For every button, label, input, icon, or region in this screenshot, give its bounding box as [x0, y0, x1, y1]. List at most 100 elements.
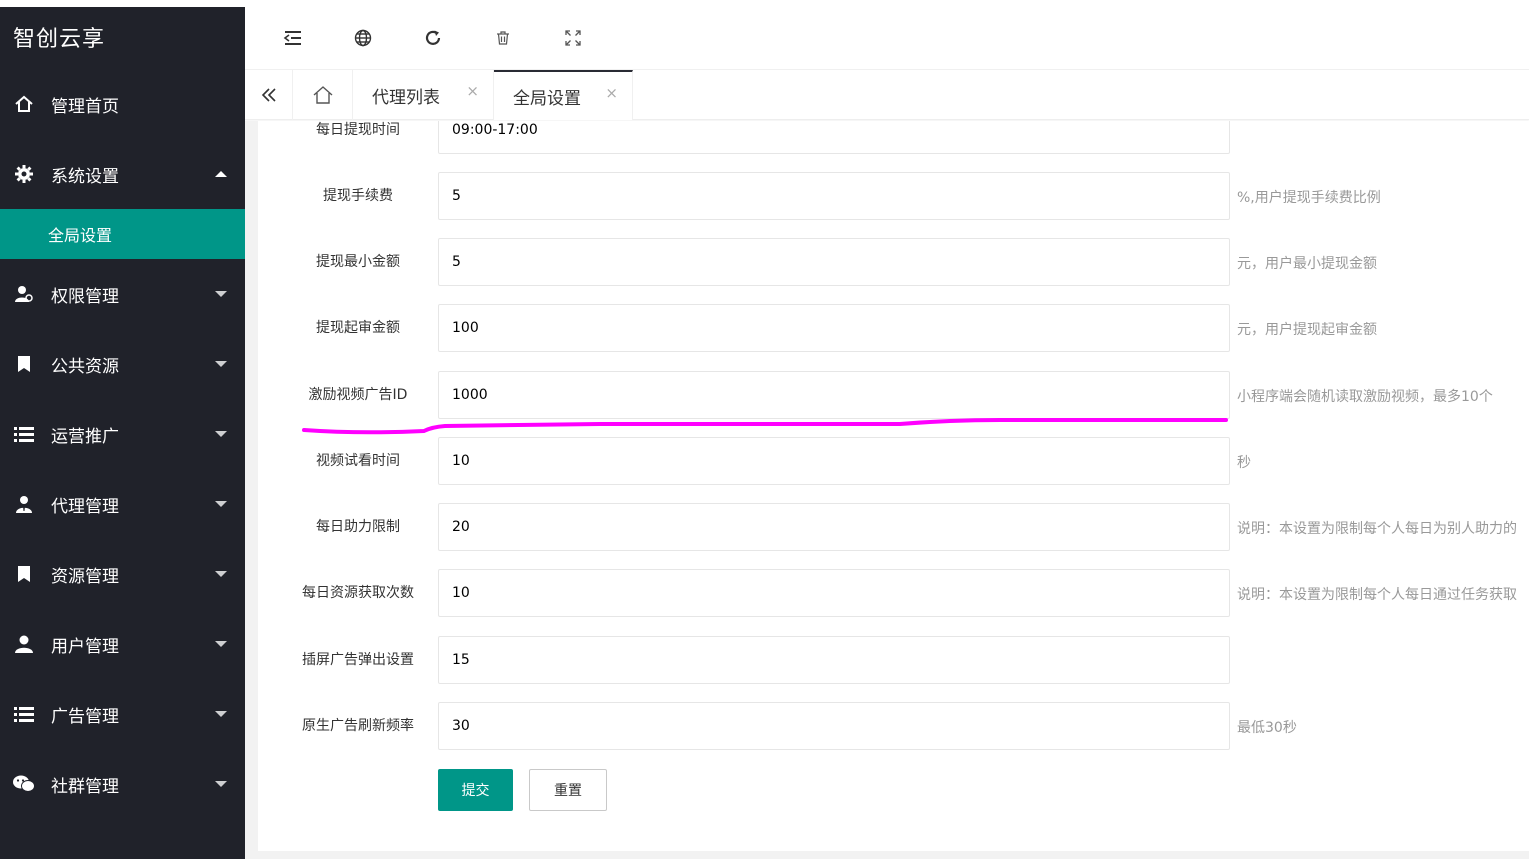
double-chevron-left-icon: [261, 88, 276, 102]
field-hint: 说明：本设置为限制每个人每日为别人助力的: [1237, 521, 1517, 537]
sidebar-item-label: 管理首页: [51, 96, 119, 117]
tabs-bar: 代理列表 × 全局设置 ×: [245, 70, 1529, 120]
form-row: 视频试看时间 10 秒: [258, 437, 1529, 485]
video-trial-time-input[interactable]: 10: [438, 437, 1230, 485]
sidebar-item-ads[interactable]: 广告管理: [0, 679, 245, 749]
form-row: 原生广告刷新频率 30 最低30秒: [258, 702, 1529, 750]
form-row: 每日助力限制 20 说明：本设置为限制每个人每日为别人助力的: [258, 503, 1529, 551]
collapse-menu-icon[interactable]: [280, 25, 306, 51]
reset-button[interactable]: 重置: [529, 769, 607, 811]
chevron-down-icon: [215, 361, 227, 367]
close-icon[interactable]: ×: [466, 82, 479, 100]
tab-agent-list[interactable]: 代理列表 ×: [353, 70, 494, 120]
field-label: 原生广告刷新频率: [302, 718, 414, 734]
sidebar-subitem-global-settings[interactable]: 全局设置: [0, 209, 245, 259]
sidebar-item-home[interactable]: 管理首页: [0, 69, 245, 139]
chevron-down-icon: [215, 711, 227, 717]
field-label: 视频试看时间: [316, 453, 400, 469]
field-label: 每日资源获取次数: [302, 585, 414, 601]
field-label: 提现起审金额: [316, 320, 400, 336]
field-label: 提现最小金额: [316, 254, 400, 270]
field-hint: %,用户提现手续费比例: [1237, 190, 1381, 206]
chevron-down-icon: [215, 501, 227, 507]
sidebar-item-label: 用户管理: [51, 636, 119, 657]
chevron-down-icon: [215, 431, 227, 437]
tab-global-settings[interactable]: 全局设置 ×: [494, 70, 633, 120]
form-row: 提现最小金额 5 元，用户最小提现金额: [258, 238, 1529, 286]
user-key-icon: [13, 283, 35, 305]
app-logo: 智创云享: [0, 7, 245, 69]
form-row: 插屏广告弹出设置 15: [258, 636, 1529, 684]
sidebar-item-label: 社群管理: [51, 776, 119, 797]
field-label: 提现手续费: [323, 188, 393, 204]
sidebar-item-system-settings[interactable]: 系统设置: [0, 139, 245, 209]
reward-video-ad-id-input[interactable]: 1000: [438, 371, 1230, 419]
sidebar-item-promotion[interactable]: 运营推广: [0, 399, 245, 469]
tabs-scroll-left-button[interactable]: [245, 70, 293, 120]
settings-form: 每日提现时间 09:00-17:00 提现手续费 5 %,用户提现手续费比例 提…: [258, 121, 1529, 851]
sidebar-item-label: 公共资源: [51, 356, 119, 377]
sidebar-item-public-resources[interactable]: 公共资源: [0, 329, 245, 399]
field-hint: 说明：本设置为限制每个人每日通过任务获取: [1237, 587, 1517, 603]
sidebar-item-label: 系统设置: [51, 166, 119, 187]
sidebar-item-community[interactable]: 社群管理: [0, 749, 245, 819]
user-icon: [13, 633, 35, 655]
withdraw-min-input[interactable]: 5: [438, 238, 1230, 286]
sidebar-item-label: 广告管理: [51, 706, 119, 727]
list-icon: [13, 703, 35, 725]
sidebar-item-label: 资源管理: [51, 566, 119, 587]
field-hint: 最低30秒: [1237, 720, 1297, 736]
bookmark-icon: [13, 563, 35, 585]
form-row: 提现手续费 5 %,用户提现手续费比例: [258, 172, 1529, 220]
form-row: 每日资源获取次数 10 说明：本设置为限制每个人每日通过任务获取: [258, 569, 1529, 617]
form-row: 激励视频广告ID 1000 小程序端会随机读取激励视频，最多10个: [258, 371, 1529, 419]
content-bottom-gutter: [245, 851, 1529, 859]
bookmark-icon: [13, 353, 35, 375]
withdraw-time-input[interactable]: 09:00-17:00: [438, 121, 1230, 154]
field-hint: 元，用户最小提现金额: [1237, 256, 1377, 272]
daily-assist-limit-input[interactable]: 20: [438, 503, 1230, 551]
sidebar-item-resources[interactable]: 资源管理: [0, 539, 245, 609]
top-toolbar: [245, 7, 1529, 70]
sidebar-item-agents[interactable]: 代理管理: [0, 469, 245, 539]
trash-icon[interactable]: [490, 25, 516, 51]
refresh-icon[interactable]: [420, 25, 446, 51]
field-label: 激励视频广告ID: [308, 387, 408, 403]
field-label: 插屏广告弹出设置: [302, 652, 414, 668]
submit-button[interactable]: 提交: [438, 769, 513, 811]
field-hint: 秒: [1237, 455, 1251, 471]
interstitial-ad-input[interactable]: 15: [438, 636, 1230, 684]
sidebar-item-users[interactable]: 用户管理: [0, 609, 245, 679]
sidebar: 智创云享 管理首页 系统设置 全局设置 权限管理 公共资源 运营推广 代理管理 …: [0, 7, 245, 859]
user-tie-icon: [13, 493, 35, 515]
content-gutter: [245, 121, 258, 859]
gear-icon: [13, 163, 35, 185]
withdraw-review-input[interactable]: 100: [438, 304, 1230, 352]
field-hint: 元，用户提现起审金额: [1237, 322, 1377, 338]
field-label: 每日助力限制: [316, 519, 400, 535]
chevron-down-icon: [215, 571, 227, 577]
sidebar-item-permissions[interactable]: 权限管理: [0, 259, 245, 329]
close-icon[interactable]: ×: [605, 84, 618, 102]
sidebar-item-label: 代理管理: [51, 496, 119, 517]
wechat-icon: [13, 773, 35, 795]
home-icon: [313, 86, 332, 104]
fullscreen-icon[interactable]: [560, 25, 586, 51]
field-hint: 小程序端会随机读取激励视频，最多10个: [1237, 389, 1493, 405]
tab-label: 代理列表: [372, 87, 440, 108]
withdraw-fee-input[interactable]: 5: [438, 172, 1230, 220]
field-label: 每日提现时间: [316, 122, 400, 138]
chevron-up-icon: [215, 171, 227, 177]
sidebar-item-label: 权限管理: [51, 286, 119, 307]
sidebar-item-label: 运营推广: [51, 426, 119, 447]
chevron-down-icon: [215, 781, 227, 787]
tab-home[interactable]: [293, 70, 353, 120]
form-row: 每日提现时间 09:00-17:00: [258, 121, 1529, 154]
globe-icon[interactable]: [350, 25, 376, 51]
daily-resource-count-input[interactable]: 10: [438, 569, 1230, 617]
list-icon: [13, 423, 35, 445]
chevron-down-icon: [215, 641, 227, 647]
chevron-down-icon: [215, 291, 227, 297]
form-row: 提现起审金额 100 元，用户提现起审金额: [258, 304, 1529, 352]
native-ad-refresh-input[interactable]: 30: [438, 702, 1230, 750]
